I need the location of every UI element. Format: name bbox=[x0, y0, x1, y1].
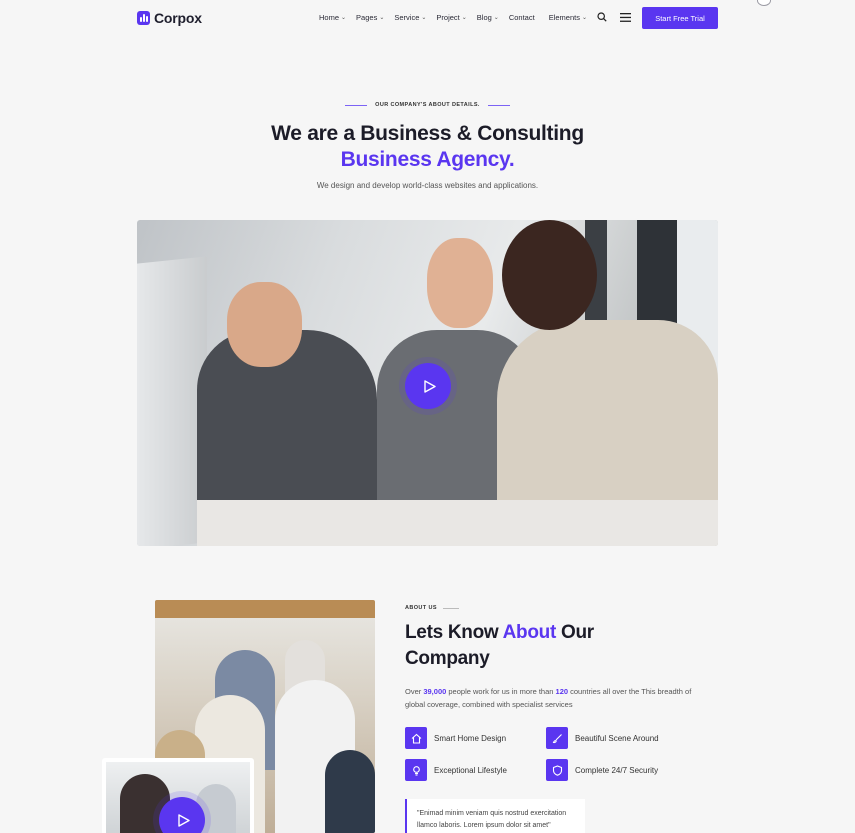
page: Corpox Home ⌄ Pages ⌄ Service ⌄ Project ⌄ Bl… bbox=[0, 0, 855, 833]
divider bbox=[345, 104, 368, 106]
hero-title: We are a Business & Consulting bbox=[271, 122, 584, 145]
nav-item-blog[interactable]: Blog ⌄ bbox=[477, 13, 499, 22]
feature-label: Beautiful Scene Around bbox=[575, 733, 659, 743]
feature-label: Exceptional Lifestyle bbox=[434, 765, 507, 775]
feature-item: Beautiful Scene Around bbox=[546, 727, 659, 749]
hero-subtitle: We design and develop world-class websit… bbox=[316, 181, 539, 190]
title-text: Our bbox=[556, 622, 594, 643]
about-eyebrow: ABOUT US bbox=[405, 605, 459, 611]
nav-label: Project bbox=[436, 13, 460, 22]
main-nav: Home ⌄ Pages ⌄ Service ⌄ Project ⌄ Blog ⌄ Con… bbox=[319, 13, 597, 22]
play-icon bbox=[423, 379, 436, 393]
nav-label: Elements bbox=[548, 13, 580, 22]
feature-label: Complete 24/7 Security bbox=[575, 765, 659, 775]
eyebrow-text: ABOUT US bbox=[405, 605, 437, 611]
search-icon[interactable] bbox=[595, 10, 609, 24]
nav-label: Service bbox=[394, 13, 420, 22]
quote-line: llamco laboris. Lorem ipsum dolor sit am… bbox=[417, 821, 551, 829]
about-title: Lets Know About Our Company bbox=[405, 620, 665, 672]
feature-label: Smart Home Design bbox=[434, 733, 507, 743]
feature-item: Exceptional Lifestyle bbox=[405, 759, 507, 781]
hero-eyebrow: OUR COMPANY'S ABOUT DETAILS. bbox=[0, 102, 855, 108]
title-highlight: About bbox=[502, 622, 557, 643]
desc-text: Over bbox=[405, 687, 424, 696]
logo-text: Corpox bbox=[154, 10, 202, 26]
brush-icon bbox=[546, 727, 568, 749]
bulb-icon bbox=[405, 759, 427, 781]
eyebrow-text: OUR COMPANY'S ABOUT DETAILS. bbox=[375, 102, 480, 108]
chevron-down-icon: ⌄ bbox=[581, 15, 587, 21]
nav-item-contact[interactable]: Contact bbox=[509, 13, 535, 22]
testimonial-quote: "Enimad minim veniam quis nostrud exerci… bbox=[405, 799, 585, 833]
chevron-down-icon: ⌄ bbox=[421, 15, 427, 21]
nav-item-service[interactable]: Service ⌄ bbox=[394, 13, 426, 22]
stat-countries: 120 bbox=[555, 687, 569, 696]
divider bbox=[487, 104, 510, 106]
nav-label: Pages bbox=[356, 13, 378, 22]
nav-item-elements[interactable]: Elements ⌄ bbox=[549, 13, 587, 22]
logo-chart-icon bbox=[137, 11, 150, 25]
nav-label: Blog bbox=[476, 13, 492, 22]
stat-people: 39,000 bbox=[423, 687, 447, 696]
desc-text: people work for us in more than bbox=[446, 687, 556, 696]
nav-label: Contact bbox=[508, 13, 535, 22]
play-icon bbox=[177, 813, 190, 827]
title-text: Lets Know bbox=[405, 622, 503, 643]
start-free-trial-button[interactable]: Start Free Trial bbox=[642, 7, 718, 29]
logo[interactable]: Corpox bbox=[137, 10, 202, 26]
hamburger-menu-icon[interactable] bbox=[618, 10, 632, 24]
feature-item: Smart Home Design bbox=[405, 727, 506, 749]
nav-item-project[interactable]: Project ⌄ bbox=[436, 13, 466, 22]
about-description: Over 39,000 people work for us in more t… bbox=[405, 686, 695, 711]
title-text: Company bbox=[405, 648, 490, 669]
feature-item: Complete 24/7 Security bbox=[546, 759, 658, 781]
chevron-down-icon: ⌄ bbox=[493, 15, 499, 21]
divider bbox=[442, 607, 459, 609]
chevron-down-icon: ⌄ bbox=[461, 15, 467, 21]
nav-label: Home bbox=[319, 13, 340, 22]
scroll-indicator-icon[interactable] bbox=[757, 0, 771, 6]
nav-item-home[interactable]: Home ⌄ bbox=[319, 13, 346, 22]
quote-line: "Enimad minim veniam quis nostrud exerci… bbox=[417, 810, 567, 817]
hero-title-highlight: Business Agency. bbox=[340, 148, 515, 171]
hero-video-image bbox=[137, 220, 718, 546]
chevron-down-icon: ⌄ bbox=[341, 15, 347, 21]
chevron-down-icon: ⌄ bbox=[379, 15, 385, 21]
header: Corpox Home ⌄ Pages ⌄ Service ⌄ Project ⌄ Bl… bbox=[0, 0, 855, 36]
about-video-thumbnail bbox=[102, 758, 254, 833]
home-icon bbox=[405, 727, 427, 749]
play-video-button[interactable] bbox=[405, 363, 451, 409]
nav-item-pages[interactable]: Pages ⌄ bbox=[356, 13, 384, 22]
shield-icon bbox=[546, 759, 568, 781]
